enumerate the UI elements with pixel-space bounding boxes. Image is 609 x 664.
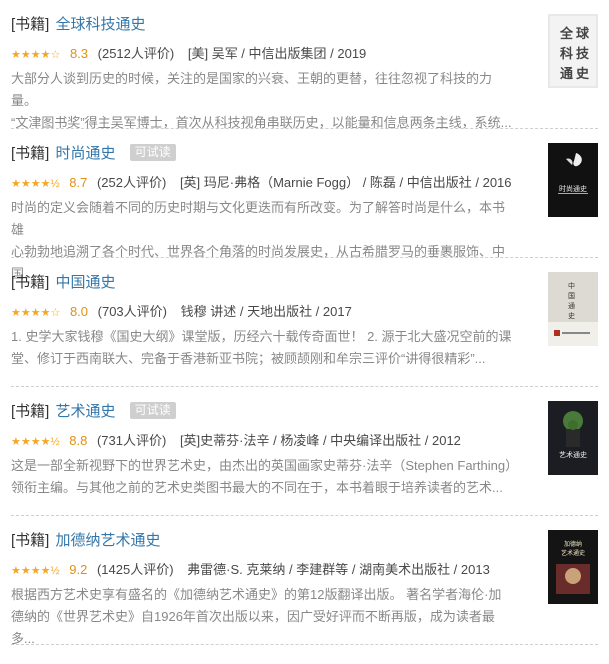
publisher-info: 弗雷德·S. 克莱纳 / 李建群等 / 湖南美术出版社 / 2013 — [187, 562, 490, 577]
book-title-link[interactable]: 艺术通史 — [56, 403, 116, 420]
publisher-info: [英]史蒂芬·法辛 / 杨凌峰 / 中央编译出版社 / 2012 — [179, 433, 461, 448]
book-cover-image[interactable]: 艺术通史 — [548, 401, 598, 475]
description: 1. 史学大家钱穆《国史大纲》课堂版，历经六十载传奇面世！ 2. 源于北大盛况空… — [11, 326, 516, 370]
svg-text:艺术通史: 艺术通史 — [559, 450, 587, 459]
rating-score: 9.2 — [69, 562, 88, 577]
book-cover-image[interactable]: 中 国 通 史 — [548, 272, 598, 346]
svg-text:时尚通史: 时尚通史 — [559, 184, 587, 193]
list-item: [书籍] 中国通史 ★★★★☆ 8.0 (703人评价) 钱穆 讲述 / 天地出… — [11, 258, 598, 387]
description-line: 德纳的《世界艺术史》自1926年首次出版以来，因广受好评而不断再版，成为读者最多… — [11, 609, 495, 646]
description-line: 时尚的定义会随着不同的历史时期与文化更迭而有所改变。为了解答时尚是什么，本书雄 — [11, 200, 506, 237]
meta-row: ★★★★½ 9.2 (1425人评价) 弗雷德·S. 克莱纳 / 李建群等 / … — [11, 561, 490, 580]
book-title-link[interactable]: 加德纳艺术通史 — [56, 532, 161, 549]
rating-count: (703人评价) — [97, 304, 167, 319]
meta-row: ★★★★☆ 8.3 (2512人评价) [美] 吴军 / 中信出版集团 / 20… — [11, 45, 366, 64]
title-row: [书籍] 时尚通史 可试读 — [11, 144, 176, 164]
title-row: [书籍] 中国通史 — [11, 273, 116, 293]
publisher-info: [英] 玛尼·弗格（Marnie Fogg） / 陈磊 / 中信出版社 / 20… — [179, 175, 512, 190]
svg-text:史: 史 — [576, 66, 590, 82]
rating-stars: ★★★★½ — [11, 565, 60, 577]
svg-text:技: 技 — [576, 46, 590, 62]
rating-score: 8.0 — [69, 304, 89, 319]
rating-count: (2512人评价) — [97, 46, 175, 61]
category-label: [书籍] — [11, 403, 50, 420]
rating-stars: ★★★★½ — [11, 436, 60, 448]
rating-count: (1425人评价) — [96, 562, 174, 577]
description-line: 堂、修订于西南联大、完备于香港新亚书院；被顾颉刚和牟宗三评价“讲得很精彩”... — [11, 351, 486, 366]
svg-text:科: 科 — [560, 46, 573, 62]
list-item: [书籍] 全球科技通史 ★★★★☆ 8.3 (2512人评价) [美] 吴军 /… — [11, 0, 598, 130]
book-title-link[interactable]: 时尚通史 — [56, 145, 116, 162]
title-row: [书籍] 艺术通史 可试读 — [11, 402, 176, 422]
title-row: [书籍] 全球科技通史 — [11, 15, 146, 35]
svg-text:通: 通 — [560, 66, 573, 82]
svg-text:中: 中 — [568, 281, 575, 290]
book-title-link[interactable]: 全球科技通史 — [56, 16, 146, 33]
svg-text:球: 球 — [576, 26, 590, 42]
category-label: [书籍] — [11, 145, 50, 162]
rating-score: 8.3 — [69, 46, 89, 61]
svg-text:艺术通史: 艺术通史 — [561, 549, 585, 557]
meta-row: ★★★★½ 8.7 (252人评价) [英] 玛尼·弗格（Marnie Fogg… — [11, 174, 512, 193]
category-label: [书籍] — [11, 16, 50, 33]
search-results-list: [书籍] 全球科技通史 ★★★★☆ 8.3 (2512人评价) [美] 吴军 /… — [0, 0, 609, 646]
book-cover-image[interactable]: 加德纳 艺术通史 — [548, 530, 598, 604]
rating-stars: ★★★★☆ — [11, 49, 61, 61]
preview-available-badge[interactable]: 可试读 — [129, 402, 176, 419]
description: 大部分人谈到历史的时候，关注的是国家的兴衰、王朝的更替，往往忽视了科技的力量。 … — [11, 68, 516, 134]
rating-count: (731人评价) — [96, 433, 167, 448]
preview-available-badge[interactable]: 可试读 — [129, 144, 176, 161]
description-line: 领衔主编。与其他之前的艺术史类图书最大的不同在于，本书着眼于培养读者的艺术... — [11, 480, 503, 495]
rating-score: 8.8 — [69, 433, 88, 448]
svg-text:全: 全 — [559, 26, 574, 42]
description: 根据西方艺术史享有盛名的《加德纳艺术通史》的第12版翻译出版。 著名学者海伦·加… — [11, 584, 516, 650]
book-cover-image[interactable]: 全 球 科 技 通 史 — [548, 14, 598, 88]
title-row: [书籍] 加德纳艺术通史 — [11, 531, 161, 551]
rating-count: (252人评价) — [96, 175, 167, 190]
list-item: [书籍] 时尚通史 可试读 ★★★★½ 8.7 (252人评价) [英] 玛尼·… — [11, 129, 598, 281]
description-line: 根据西方艺术史享有盛名的《加德纳艺术通史》的第12版翻译出版。 著名学者海伦·加 — [11, 587, 502, 602]
svg-text:史: 史 — [568, 311, 575, 320]
rating-stars: ★★★★☆ — [11, 307, 61, 319]
meta-row: ★★★★½ 8.8 (731人评价) [英]史蒂芬·法辛 / 杨凌峰 / 中央编… — [11, 432, 461, 451]
book-cover-image[interactable]: 时尚通史 — [548, 143, 598, 217]
list-item: [书籍] 加德纳艺术通史 ★★★★½ 9.2 (1425人评价) 弗雷德·S. … — [11, 516, 598, 646]
svg-text:国: 国 — [568, 292, 575, 300]
description-line: 这是一部全新视野下的世界艺术史，由杰出的英国画家史蒂芬·法辛（Stephen F… — [11, 458, 519, 473]
description-line: 大部分人谈到历史的时候，关注的是国家的兴衰、王朝的更替，往往忽视了科技的力量。 — [11, 71, 493, 108]
svg-text:加德纳: 加德纳 — [564, 540, 582, 548]
description: 这是一部全新视野下的世界艺术史，由杰出的英国画家史蒂芬·法辛（Stephen F… — [11, 455, 519, 499]
category-label: [书籍] — [11, 532, 50, 549]
list-item: [书籍] 艺术通史 可试读 ★★★★½ 8.8 (731人评价) [英]史蒂芬·… — [11, 387, 598, 516]
book-title-link[interactable]: 中国通史 — [56, 274, 116, 291]
description-line: 1. 史学大家钱穆《国史大纲》课堂版，历经六十载传奇面世！ 2. 源于北大盛况空… — [11, 329, 512, 344]
svg-text:通: 通 — [568, 301, 575, 310]
rating-stars: ★★★★½ — [11, 178, 60, 190]
publisher-info: 钱穆 讲述 / 天地出版社 / 2017 — [180, 304, 352, 319]
category-label: [书籍] — [11, 274, 50, 291]
publisher-info: [美] 吴军 / 中信出版集团 / 2019 — [187, 46, 367, 61]
rating-score: 8.7 — [69, 175, 88, 190]
meta-row: ★★★★☆ 8.0 (703人评价) 钱穆 讲述 / 天地出版社 / 2017 — [11, 303, 352, 322]
